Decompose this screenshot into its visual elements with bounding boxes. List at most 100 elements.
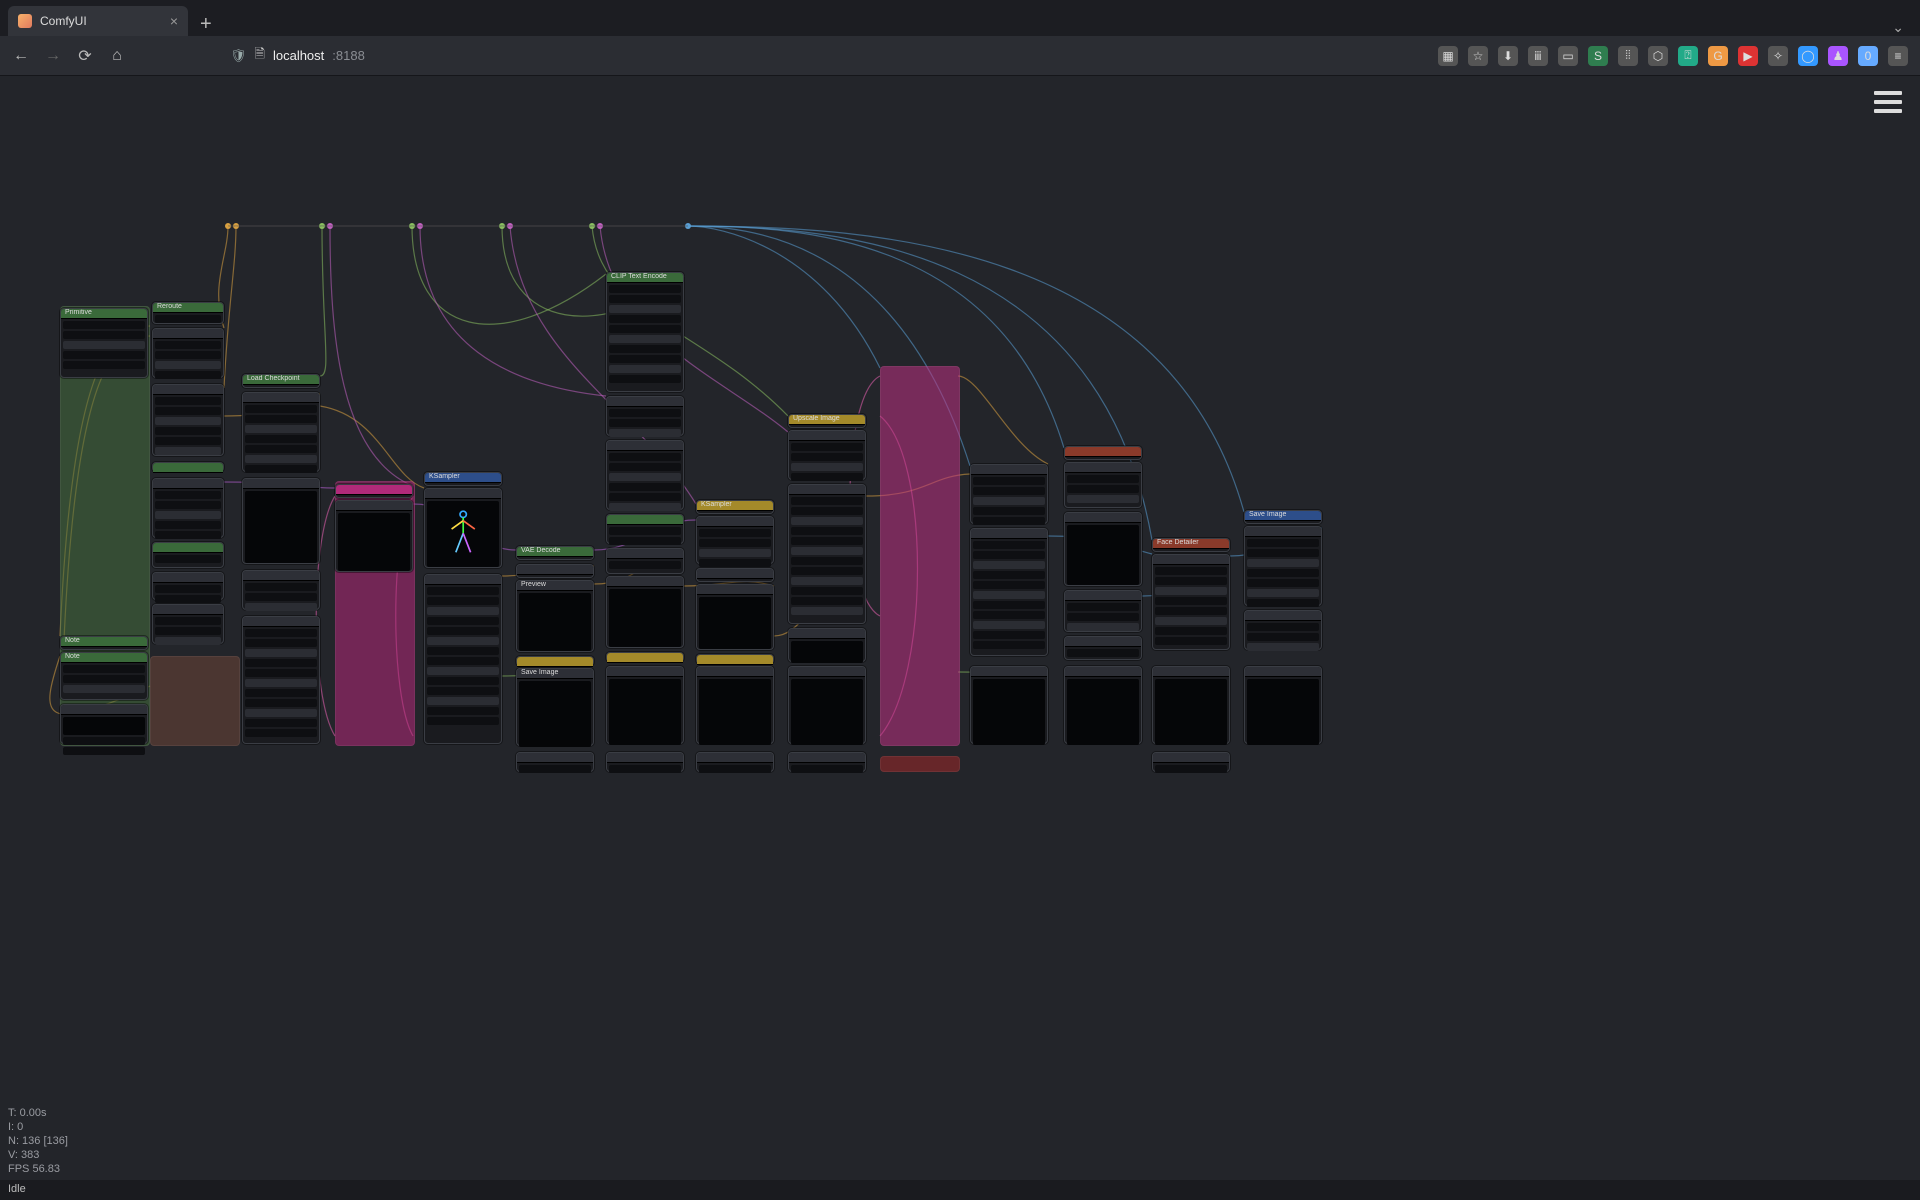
node-field[interactable] [791, 537, 863, 545]
graph-node[interactable] [1244, 610, 1322, 650]
graph-node[interactable] [696, 584, 774, 650]
node-field[interactable] [427, 657, 499, 665]
graph-node[interactable]: Reroute [152, 302, 224, 324]
graph-node[interactable] [242, 392, 320, 472]
node-field[interactable] [155, 627, 221, 635]
node-field[interactable] [427, 677, 499, 685]
node-field[interactable] [699, 559, 771, 567]
graph-node[interactable] [516, 656, 594, 666]
graph-node[interactable]: Upscale Image [788, 414, 866, 428]
node-field[interactable] [63, 665, 145, 673]
node-header[interactable] [1245, 667, 1321, 677]
node-field[interactable] [63, 361, 145, 369]
node-field[interactable] [245, 629, 317, 637]
node-field[interactable] [1067, 495, 1139, 503]
node-field[interactable] [609, 561, 681, 569]
extension-icon[interactable]: ⬇ [1498, 46, 1518, 66]
graph-node[interactable] [788, 666, 866, 744]
node-field[interactable] [791, 765, 863, 773]
node-header[interactable] [607, 667, 683, 677]
node-header[interactable] [1153, 667, 1229, 677]
comfyui-viewport[interactable]: PrimitiveNoteNoteRerouteLoad CheckpointK… [0, 76, 1920, 1180]
node-field[interactable] [609, 527, 681, 535]
new-tab-button[interactable]: + [188, 13, 224, 36]
node-field[interactable] [155, 585, 221, 593]
node-field[interactable] [245, 659, 317, 667]
node-header[interactable] [243, 393, 319, 403]
node-field[interactable] [973, 477, 1045, 485]
node-field[interactable] [609, 429, 681, 437]
node-field[interactable] [155, 595, 221, 603]
graph-node[interactable]: Preview [516, 580, 594, 652]
node-field[interactable] [973, 507, 1045, 515]
node-field[interactable] [155, 501, 221, 509]
extension-icon[interactable]: ▶ [1738, 46, 1758, 66]
node-field[interactable] [973, 591, 1045, 599]
graph-node[interactable] [1064, 590, 1142, 632]
node-field[interactable] [155, 407, 221, 415]
node-field[interactable] [1067, 485, 1139, 493]
graph-node[interactable] [606, 666, 684, 744]
node-header[interactable] [153, 479, 223, 489]
node-header[interactable] [336, 501, 412, 511]
node-field[interactable] [245, 649, 317, 657]
graph-node[interactable] [696, 516, 774, 564]
node-header[interactable]: Load Checkpoint [243, 375, 319, 385]
node-field[interactable] [609, 419, 681, 427]
node-header[interactable] [1065, 637, 1141, 647]
graph-node[interactable] [335, 484, 413, 498]
node-field[interactable] [1155, 567, 1227, 575]
node-header[interactable]: Note [61, 637, 147, 647]
node-header[interactable] [1065, 513, 1141, 523]
graph-node[interactable] [606, 514, 684, 544]
node-field[interactable] [609, 325, 681, 333]
graph-node[interactable] [696, 666, 774, 744]
graph-node[interactable] [606, 576, 684, 648]
node-field[interactable] [609, 473, 681, 481]
graph-node[interactable]: KSampler [424, 472, 502, 486]
node-field[interactable] [427, 597, 499, 605]
node-header[interactable] [153, 385, 223, 395]
node-field[interactable] [1247, 589, 1319, 597]
node-group[interactable] [880, 756, 960, 772]
node-header[interactable] [1245, 611, 1321, 621]
node-header[interactable]: Primitive [61, 309, 147, 319]
node-header[interactable] [243, 571, 319, 581]
graph-node[interactable] [788, 484, 866, 624]
node-field[interactable] [245, 455, 317, 463]
node-field[interactable] [427, 687, 499, 695]
node-header[interactable] [697, 585, 773, 595]
node-field[interactable] [1247, 643, 1319, 651]
node-field[interactable] [245, 689, 317, 697]
node-field[interactable] [1155, 627, 1227, 635]
node-field[interactable] [609, 503, 681, 511]
node-field[interactable] [1247, 549, 1319, 557]
node-field[interactable] [245, 425, 317, 433]
graph-node[interactable] [606, 652, 684, 662]
extension-icon[interactable]: ≡ [1888, 46, 1908, 66]
node-header[interactable] [153, 463, 223, 473]
node-field[interactable] [791, 497, 863, 505]
node-field[interactable] [155, 637, 221, 645]
graph-node[interactable] [1064, 666, 1142, 744]
node-field[interactable] [973, 621, 1045, 629]
node-field[interactable] [791, 557, 863, 565]
node-field[interactable] [245, 603, 317, 611]
node-field[interactable] [791, 607, 863, 615]
node-header[interactable] [153, 543, 223, 553]
node-field[interactable] [973, 497, 1045, 505]
graph-node[interactable] [788, 628, 866, 662]
node-header[interactable]: Save Image [1245, 511, 1321, 521]
node-header[interactable] [1065, 447, 1141, 457]
node-field[interactable] [973, 581, 1045, 589]
node-field[interactable] [245, 583, 317, 591]
graph-node[interactable] [152, 462, 224, 472]
graph-node[interactable] [424, 574, 502, 744]
node-field[interactable] [973, 641, 1045, 649]
graph-node[interactable]: Save Image [1244, 510, 1322, 524]
node-field[interactable] [1155, 637, 1227, 645]
node-field[interactable] [791, 517, 863, 525]
node-header[interactable] [607, 653, 683, 663]
node-field[interactable] [427, 627, 499, 635]
node-field[interactable] [973, 561, 1045, 569]
